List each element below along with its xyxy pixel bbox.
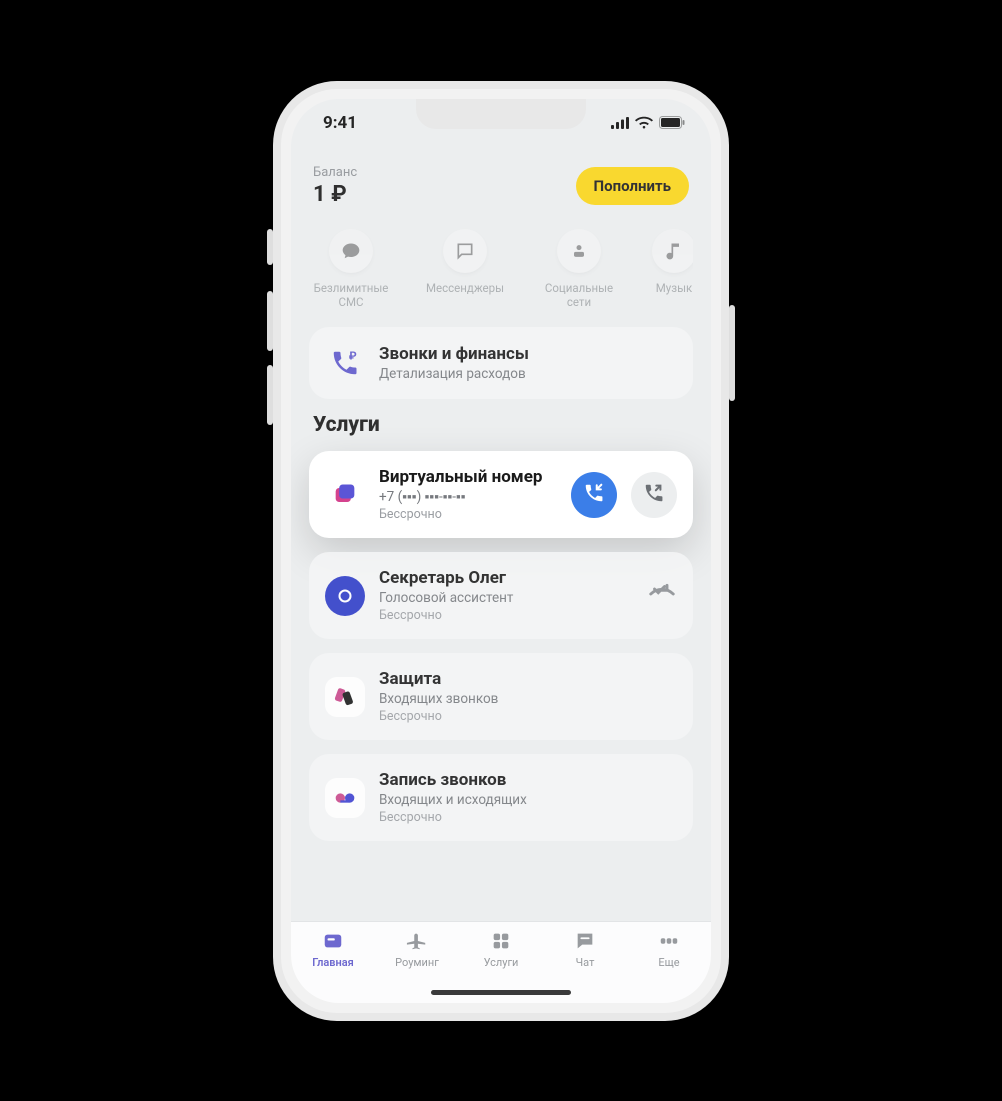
grid-icon [489,930,513,952]
card-title: Звонки и финансы [379,344,677,364]
cellular-icon [611,117,629,129]
tab-more[interactable]: Еще [634,930,704,969]
card-subtitle: Детализация расходов [379,366,677,382]
voicemail-icon [325,778,365,818]
tab-roaming[interactable]: Роуминг [382,930,452,969]
tab-bar: Главная Роуминг Услуги Чат Еще [291,921,711,1003]
quick-action-label: Социальные сети [545,281,613,310]
mute-switch [267,229,273,265]
section-title-services: Услуги [313,413,689,437]
service-card-virtual-number[interactable]: Виртуальный номер +7 (▪▪▪) ▪▪▪-▪▪-▪▪ Бес… [309,451,693,538]
quick-action-messengers[interactable]: Мессенджеры [423,229,507,310]
missed-call-icon [647,579,677,613]
airplane-icon [405,930,429,952]
incoming-call-button[interactable] [571,472,617,518]
home-indicator [431,990,571,995]
tab-label: Услуги [484,956,519,969]
service-card-call-recording[interactable]: Запись звонков Входящих и исходящих Бесс… [309,754,693,841]
tab-label: Роуминг [395,956,439,969]
phone-frame: 9:41 Баланс [273,81,729,1021]
home-icon [321,930,345,952]
status-time: 9:41 [323,113,357,133]
balance-label: Баланс [313,165,357,180]
phone-ruble-icon: ₽ [325,343,365,383]
battery-icon [659,116,685,129]
tab-label: Чат [576,956,595,969]
balance-block: Баланс 1 ₽ Пополнить [309,159,693,223]
tab-chat[interactable]: Чат [550,930,620,969]
quick-action-label: Безлимитные СМС [314,281,389,310]
notch [416,99,586,129]
chat-bubble-icon [329,229,373,273]
svg-text:₽: ₽ [349,350,357,363]
phone-incoming-icon [583,482,605,508]
service-title: Виртуальный номер [379,467,557,487]
tab-label: Еще [658,956,679,969]
chat-icon [573,930,597,952]
message-square-icon [443,229,487,273]
music-note-icon [652,229,693,273]
service-meta: Бессрочно [379,709,677,724]
balance-value: 1 ₽ [313,182,357,207]
quick-actions-row: Безлимитные СМС Мессенджеры Социальные с… [309,223,693,328]
tab-services[interactable]: Услуги [466,930,536,969]
status-indicators [611,116,685,129]
outgoing-call-button[interactable] [631,472,677,518]
screen: 9:41 Баланс [291,99,711,1003]
power-button [729,305,735,401]
service-subtitle: +7 (▪▪▪) ▪▪▪-▪▪-▪▪ [379,489,557,505]
service-meta: Бессрочно [379,608,633,623]
wifi-icon [635,116,653,129]
service-card-assistant[interactable]: Секретарь Олег Голосовой ассистент Бесср… [309,552,693,639]
quick-action-music[interactable]: Музык [651,229,693,310]
service-meta: Бессрочно [379,810,677,825]
topup-button[interactable]: Пополнить [576,167,689,205]
phone-outgoing-icon [643,482,665,508]
service-subtitle: Входящих звонков [379,691,677,707]
service-title: Секретарь Олег [379,568,633,588]
sim-cards-icon [325,475,365,515]
service-subtitle: Голосовой ассистент [379,590,633,606]
tab-label: Главная [312,956,354,969]
users-icon [557,229,601,273]
quick-action-social[interactable]: Социальные сети [537,229,621,310]
volume-up [267,291,273,351]
quick-action-label: Музык [656,281,692,295]
service-meta: Бессрочно [379,507,557,522]
volume-down [267,365,273,425]
service-subtitle: Входящих и исходящих [379,792,677,808]
more-icon [657,930,681,952]
tab-home[interactable]: Главная [298,930,368,969]
topup-label: Пополнить [594,177,671,195]
quick-action-label: Мессенджеры [426,281,504,295]
quick-action-sms[interactable]: Безлимитные СМС [309,229,393,310]
assistant-avatar-icon [325,576,365,616]
calls-finance-card[interactable]: ₽ Звонки и финансы Детализация расходов [309,327,693,399]
service-title: Запись звонков [379,770,677,790]
service-title: Защита [379,669,677,689]
shield-block-icon [325,677,365,717]
service-card-protection[interactable]: Защита Входящих звонков Бессрочно [309,653,693,740]
